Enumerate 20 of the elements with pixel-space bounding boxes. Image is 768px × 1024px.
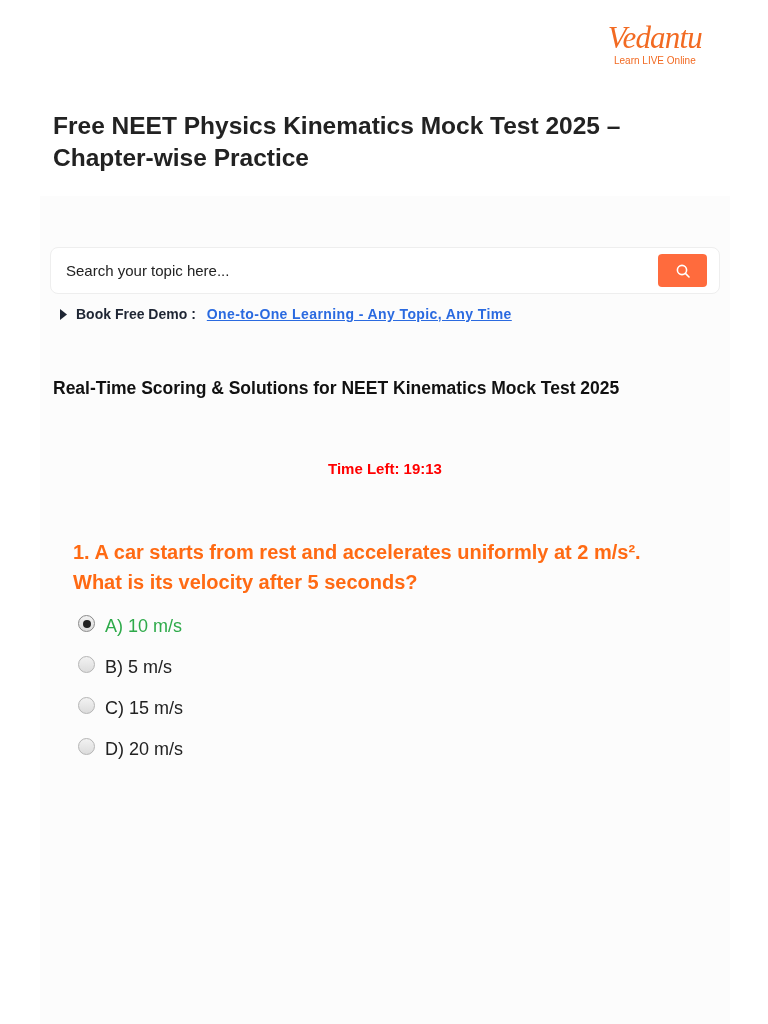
option-label: C) 15 m/s <box>105 697 183 719</box>
option-label: B) 5 m/s <box>105 656 172 678</box>
search-button[interactable] <box>658 254 707 287</box>
question-text: 1. A car starts from rest and accelerates uniformly at 2 m/s². What is its velocity after 5 seconds? <box>73 540 642 595</box>
page-title: Free NEET Physics Kinematics Mock Test 2025 – Chapter-wise Practice <box>53 111 622 173</box>
timer-text: Time Left: 19:13 <box>327 459 443 479</box>
search-field[interactable]: Search your topic here... <box>50 247 720 294</box>
logo-tagline: Learn LIVE Online <box>614 55 696 67</box>
demo-label: Book Free Demo : <box>76 306 196 322</box>
radio-button[interactable] <box>78 615 95 632</box>
search-icon <box>675 263 690 278</box>
radio-button[interactable] <box>78 697 95 714</box>
demo-link[interactable]: One-to-One Learning - Any Topic, Any Time <box>206 306 512 322</box>
radio-button[interactable] <box>78 656 95 673</box>
radio-button[interactable] <box>78 738 95 755</box>
option-label: D) 20 m/s <box>105 738 183 760</box>
logo-wordmark: Vedantu <box>607 21 702 55</box>
option-label: A) 10 m/s <box>105 615 183 637</box>
caret-icon <box>60 308 67 320</box>
section-heading: Real-Time Scoring & Solutions for NEET Kinematics Mock Test 2025 <box>53 377 621 399</box>
